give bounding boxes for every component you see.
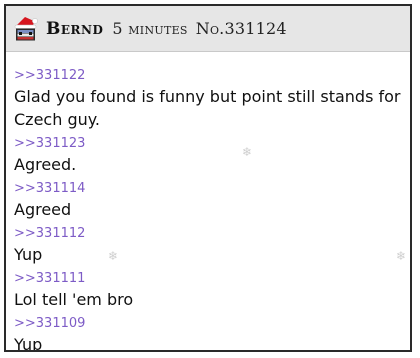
post-author[interactable]: Bernd [46,19,103,39]
reply-link[interactable]: >>331109 [14,314,402,333]
santa-hat-flag-icon [12,15,40,43]
snowflake-icon: ❄ [242,145,253,159]
reply-link[interactable]: >>331123 [14,134,402,153]
post-header: Bernd 5 minutes No.331124 [6,6,410,52]
reply-link[interactable]: >>331112 [14,224,402,243]
reply-text: Glad you found is funny but point still … [14,87,401,129]
reply-text: Agreed [14,200,72,219]
reply-text: Yup [14,245,43,264]
reply-link[interactable]: >>331111 [14,269,402,288]
reply-text: Agreed. [14,155,77,174]
post-card: Bernd 5 minutes No.331124 >>331122 Glad … [4,4,412,352]
post-body: >>331122 Glad you found is funny but poi… [6,52,410,352]
post-number[interactable]: No.331124 [196,19,287,38]
post-time: 5 minutes [112,19,188,38]
snowflake-icon: ❄ [108,249,119,263]
reply-link[interactable]: >>331122 [14,66,402,85]
reply-text: Lol tell 'em bro [14,290,134,309]
reply-text: Yup [14,335,43,352]
snowflake-icon: ❄ [396,249,407,263]
reply-link[interactable]: >>331114 [14,179,402,198]
